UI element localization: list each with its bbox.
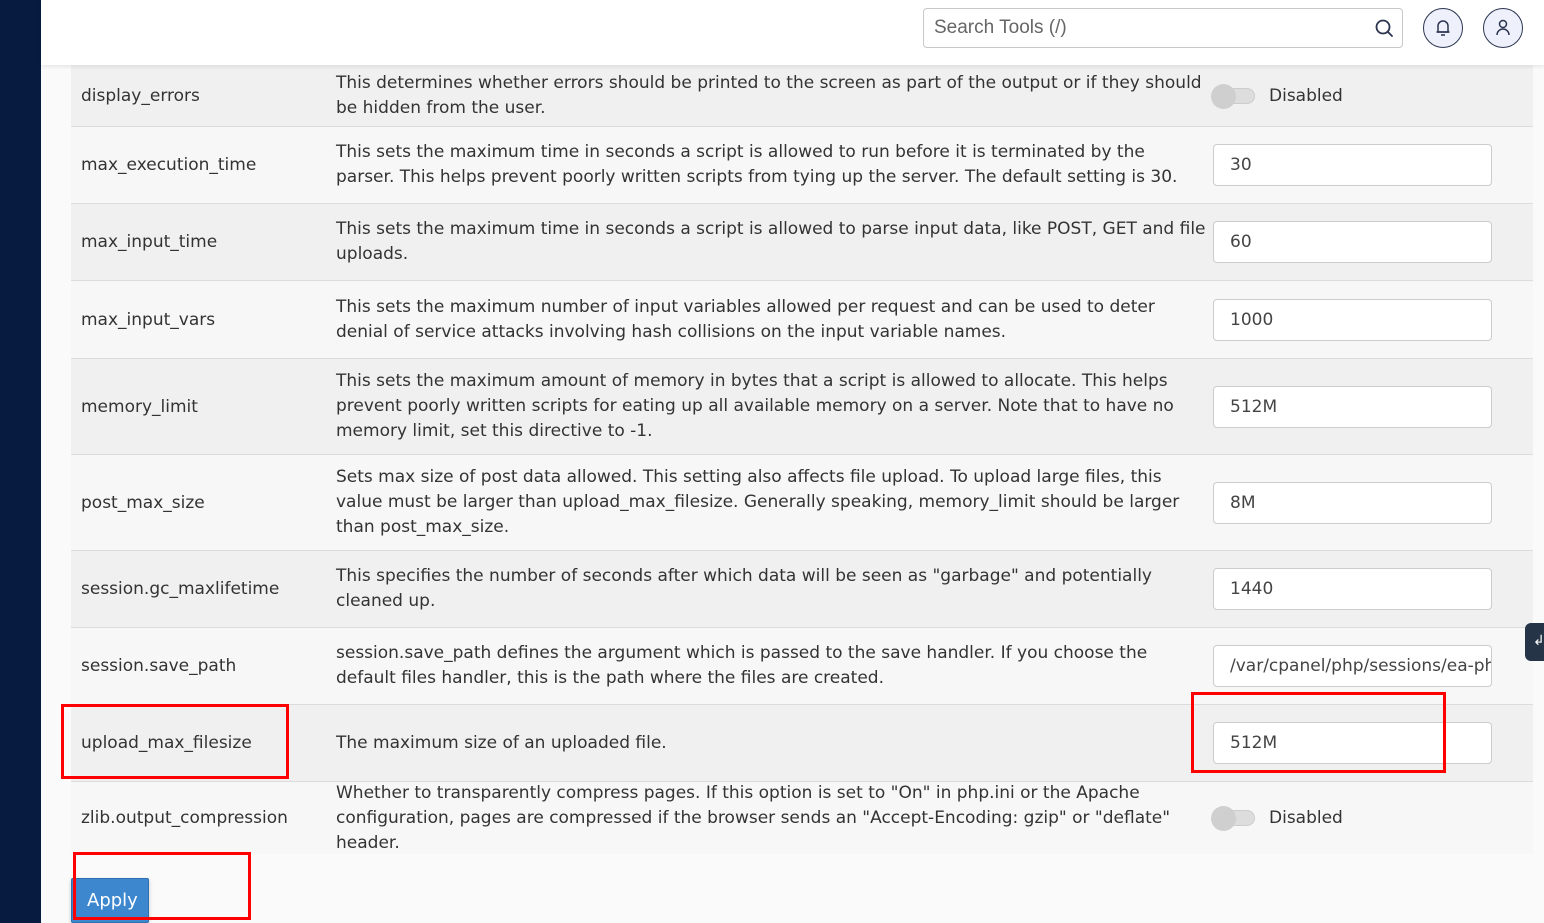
search-icon[interactable] bbox=[1374, 18, 1394, 38]
directive-row-display-errors: display_errors This determines whether e… bbox=[71, 65, 1533, 127]
directive-name: max_input_vars bbox=[81, 309, 216, 330]
toggle-state-label: Disabled bbox=[1269, 85, 1343, 106]
user-menu-button[interactable] bbox=[1483, 8, 1523, 48]
directive-row-post-max-size: post_max_size Sets max size of post data… bbox=[71, 455, 1533, 551]
directive-name: max_input_time bbox=[81, 232, 218, 252]
zlib-output-compression-toggle[interactable]: Disabled bbox=[1211, 806, 1343, 831]
user-icon bbox=[1496, 19, 1510, 36]
search-input[interactable] bbox=[924, 9, 1344, 47]
apply-button[interactable]: Apply bbox=[71, 878, 149, 923]
directive-name: upload_max_filesize bbox=[81, 733, 252, 753]
directive-description: This sets the maximum number of input va… bbox=[336, 296, 1155, 342]
directive-description: This sets the maximum time in seconds a … bbox=[336, 142, 1178, 187]
directive-description: The maximum size of an uploaded file. bbox=[336, 732, 667, 753]
directive-row-session-save-path: session.save_path session.save_path defi… bbox=[71, 628, 1533, 705]
top-bar bbox=[41, 0, 1544, 65]
php-directives-table: display_errors This determines whether e… bbox=[71, 65, 1533, 854]
directive-description: This sets the maximum amount of memory i… bbox=[336, 371, 1174, 441]
notifications-button[interactable] bbox=[1423, 8, 1463, 48]
max-input-time-input[interactable]: 60 bbox=[1213, 221, 1492, 263]
directive-description: This specifies the number of seconds aft… bbox=[336, 566, 1152, 611]
directive-row-max-input-time: max_input_time This sets the maximum tim… bbox=[71, 204, 1533, 281]
directive-name: display_errors bbox=[81, 85, 200, 106]
directive-name: post_max_size bbox=[81, 492, 205, 513]
session-save-path-input[interactable]: /var/cpanel/php/sessions/ea-php bbox=[1213, 645, 1492, 687]
directive-name: max_execution_time bbox=[81, 155, 257, 175]
directive-description: This determines whether errors should be… bbox=[336, 72, 1202, 118]
directive-name: memory_limit bbox=[81, 396, 198, 417]
upload-max-filesize-input[interactable]: 512M bbox=[1213, 722, 1492, 764]
directive-row-max-input-vars: max_input_vars This sets the maximum num… bbox=[71, 281, 1533, 359]
directive-row-session-gc-maxlifetime: session.gc_maxlifetime This specifies th… bbox=[71, 551, 1533, 628]
directive-row-memory-limit: memory_limit This sets the maximum amoun… bbox=[71, 359, 1533, 455]
directive-description: session.save_path defines the argument w… bbox=[336, 643, 1148, 688]
left-sidebar bbox=[0, 0, 41, 923]
directive-name: session.gc_maxlifetime bbox=[81, 579, 280, 599]
directive-name: session.save_path bbox=[81, 656, 237, 676]
max-execution-time-input[interactable]: 30 bbox=[1213, 144, 1492, 186]
directive-description: Sets max size of post data allowed. This… bbox=[336, 467, 1180, 537]
session-gc-maxlifetime-input[interactable]: 1440 bbox=[1213, 568, 1492, 610]
directive-row-zlib-output-compression: zlib.output_compression Whether to trans… bbox=[71, 782, 1533, 854]
post-max-size-input[interactable]: 8M bbox=[1213, 481, 1492, 524]
directive-row-upload-max-filesize: upload_max_filesize The maximum size of … bbox=[71, 705, 1533, 782]
search-box[interactable] bbox=[923, 8, 1403, 48]
bell-icon bbox=[1436, 20, 1450, 36]
max-input-vars-input[interactable]: 1000 bbox=[1213, 298, 1492, 341]
side-panel-tab[interactable]: ↲ bbox=[1525, 623, 1544, 661]
memory-limit-input[interactable]: 512M bbox=[1213, 385, 1492, 428]
toggle-state-label: Disabled bbox=[1269, 808, 1343, 828]
directive-description: This sets the maximum time in seconds a … bbox=[336, 219, 1206, 264]
directive-description: Whether to transparently compress pages.… bbox=[336, 782, 1171, 853]
directive-name: zlib.output_compression bbox=[81, 808, 288, 828]
directive-row-max-execution-time: max_execution_time This sets the maximum… bbox=[71, 127, 1533, 204]
display-errors-toggle[interactable]: Disabled bbox=[1211, 83, 1343, 109]
collapse-icon: ↲ bbox=[1533, 633, 1544, 649]
